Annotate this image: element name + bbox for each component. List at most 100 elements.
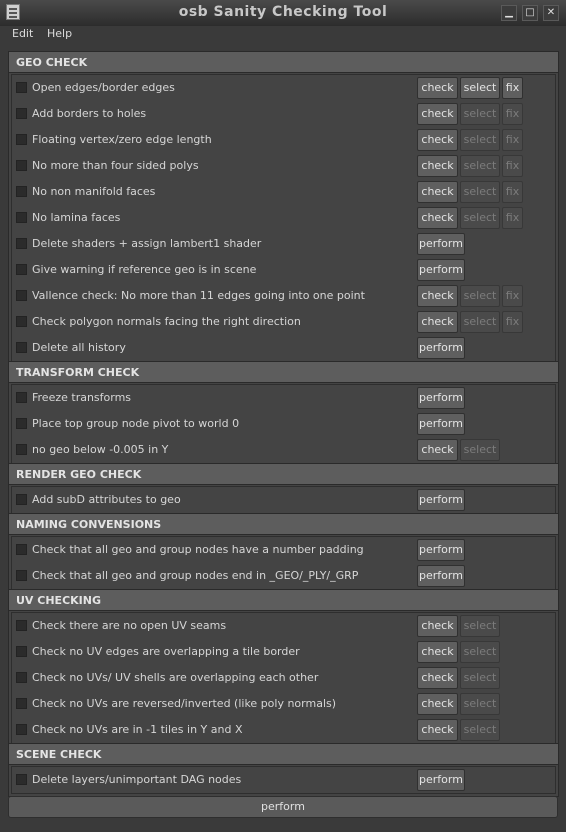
check-button[interactable]: check: [417, 207, 458, 229]
close-button[interactable]: ✕: [543, 5, 559, 21]
menu-edit[interactable]: Edit: [12, 27, 33, 40]
row-checkbox[interactable]: [16, 418, 27, 429]
check-button[interactable]: check: [417, 615, 458, 637]
check-button[interactable]: check: [417, 285, 458, 307]
select-button[interactable]: select: [460, 439, 500, 461]
row-checkbox[interactable]: [16, 570, 27, 581]
section-body: Delete layers/unimportant DAG nodes perfo…: [11, 766, 556, 794]
check-button[interactable]: check: [417, 719, 458, 741]
check-row: No non manifold faces check select fix: [12, 179, 555, 205]
check-button[interactable]: check: [417, 311, 458, 333]
perform-button[interactable]: perform: [417, 233, 465, 255]
row-checkbox[interactable]: [16, 342, 27, 353]
perform-button[interactable]: perform: [417, 337, 465, 359]
select-button[interactable]: select: [460, 285, 500, 307]
row-checkbox[interactable]: [16, 544, 27, 555]
row-checkbox[interactable]: [16, 134, 27, 145]
check-button[interactable]: check: [417, 181, 458, 203]
row-checkbox[interactable]: [16, 672, 27, 683]
menu-bar: Edit Help: [0, 26, 566, 44]
select-button[interactable]: select: [460, 311, 500, 333]
section-render-geo-check: RENDER GEO CHECK Add subD attributes to g…: [8, 463, 559, 517]
fix-button[interactable]: fix: [502, 77, 523, 99]
check-row: Floating vertex/zero edge length check sel…: [12, 127, 555, 153]
section-header[interactable]: SCENE CHECK: [9, 744, 558, 765]
row-checkbox[interactable]: [16, 444, 27, 455]
section-transform-check: TRANSFORM CHECK Freeze transforms perform P…: [8, 361, 559, 467]
fix-button[interactable]: fix: [502, 129, 523, 151]
fix-button[interactable]: fix: [502, 311, 523, 333]
section-body: Open edges/border edges check select fix Add…: [11, 74, 556, 362]
select-button[interactable]: select: [460, 667, 500, 689]
select-button[interactable]: select: [460, 641, 500, 663]
row-checkbox[interactable]: [16, 774, 27, 785]
row-label: Add borders to holes: [32, 107, 147, 120]
row-checkbox[interactable]: [16, 186, 27, 197]
fix-button[interactable]: fix: [502, 207, 523, 229]
section-title: SCENE CHECK: [16, 748, 102, 761]
select-button[interactable]: select: [460, 155, 500, 177]
row-label: Give warning if reference geo is in scen…: [32, 263, 257, 276]
row-checkbox[interactable]: [16, 392, 27, 403]
check-button[interactable]: check: [417, 129, 458, 151]
row-checkbox[interactable]: [16, 264, 27, 275]
fix-button[interactable]: fix: [502, 181, 523, 203]
select-button[interactable]: select: [460, 615, 500, 637]
row-checkbox[interactable]: [16, 160, 27, 171]
row-label: no geo below -0.005 in Y: [32, 443, 169, 456]
row-checkbox[interactable]: [16, 698, 27, 709]
row-checkbox[interactable]: [16, 620, 27, 631]
select-button[interactable]: select: [460, 181, 500, 203]
select-button[interactable]: select: [460, 77, 500, 99]
check-row: Check no UVs are reversed/inverted (like…: [12, 691, 555, 717]
row-checkbox[interactable]: [16, 724, 27, 735]
check-button[interactable]: check: [417, 155, 458, 177]
check-row: Freeze transforms perform: [12, 385, 555, 411]
title-bar[interactable]: osb Sanity Checking Tool ▁ □ ✕: [0, 0, 566, 27]
select-button[interactable]: select: [460, 693, 500, 715]
section-uv-checking: UV CHECKING Check there are no open UV se…: [8, 589, 559, 747]
menu-help[interactable]: Help: [47, 27, 72, 40]
row-label: Check no UVs are in -1 tiles in Y and X: [32, 723, 243, 736]
check-row: Check no UVs are in -1 tiles in Y and X c…: [12, 717, 555, 743]
row-checkbox[interactable]: [16, 646, 27, 657]
fix-button[interactable]: fix: [502, 155, 523, 177]
row-checkbox[interactable]: [16, 290, 27, 301]
maximize-button[interactable]: □: [522, 5, 538, 21]
row-checkbox[interactable]: [16, 82, 27, 93]
check-row: Delete shaders + assign lambert1 shader p…: [12, 231, 555, 257]
row-checkbox[interactable]: [16, 238, 27, 249]
row-checkbox[interactable]: [16, 108, 27, 119]
perform-button[interactable]: perform: [417, 565, 465, 587]
fix-button[interactable]: fix: [502, 103, 523, 125]
check-button[interactable]: check: [417, 667, 458, 689]
perform-button[interactable]: perform: [417, 539, 465, 561]
check-button[interactable]: check: [417, 641, 458, 663]
fix-button[interactable]: fix: [502, 285, 523, 307]
select-button[interactable]: select: [460, 103, 500, 125]
perform-button[interactable]: perform: [417, 413, 465, 435]
section-header[interactable]: UV CHECKING: [9, 590, 558, 611]
perform-button[interactable]: perform: [417, 259, 465, 281]
row-label: Check no UVs are reversed/inverted (like…: [32, 697, 337, 710]
select-button[interactable]: select: [460, 719, 500, 741]
section-header[interactable]: NAMING CONVENSIONS: [9, 514, 558, 535]
select-button[interactable]: select: [460, 129, 500, 151]
perform-button[interactable]: perform: [417, 489, 465, 511]
row-label: No lamina faces: [32, 211, 121, 224]
row-checkbox[interactable]: [16, 316, 27, 327]
check-button[interactable]: check: [417, 439, 458, 461]
perform-button[interactable]: perform: [417, 769, 465, 791]
row-checkbox[interactable]: [16, 494, 27, 505]
perform-all-button[interactable]: perform: [8, 796, 558, 818]
section-header[interactable]: TRANSFORM CHECK: [9, 362, 558, 383]
select-button[interactable]: select: [460, 207, 500, 229]
check-button[interactable]: check: [417, 77, 458, 99]
minimize-button[interactable]: ▁: [501, 5, 517, 21]
check-button[interactable]: check: [417, 103, 458, 125]
section-header[interactable]: RENDER GEO CHECK: [9, 464, 558, 485]
perform-button[interactable]: perform: [417, 387, 465, 409]
row-checkbox[interactable]: [16, 212, 27, 223]
section-header[interactable]: GEO CHECK: [9, 52, 558, 73]
check-button[interactable]: check: [417, 693, 458, 715]
